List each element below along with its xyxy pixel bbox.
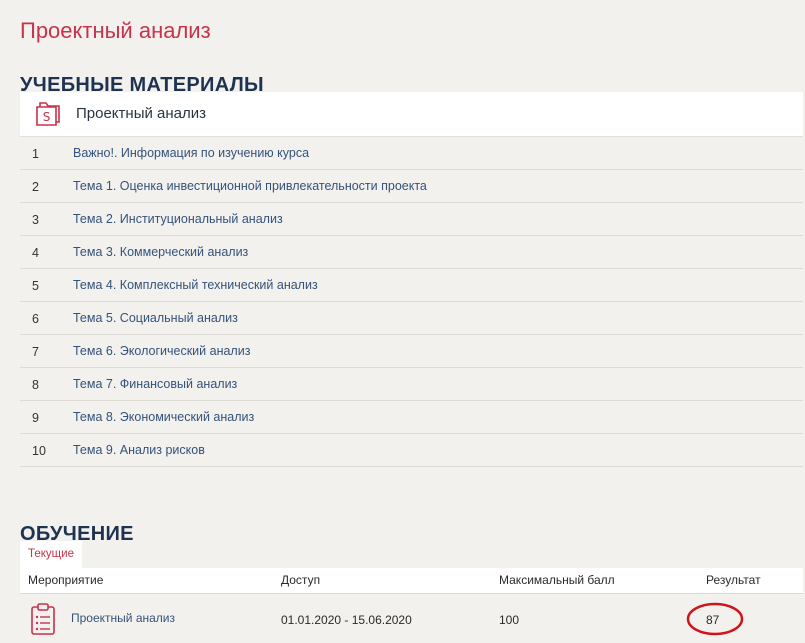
list-item: 7 Тема 6. Экологический анализ — [20, 335, 803, 368]
item-number: 10 — [32, 444, 46, 458]
page-title: Проектный анализ — [20, 17, 211, 43]
column-result: Результат — [706, 573, 761, 587]
column-max-score: Максимальный балл — [499, 573, 615, 587]
material-link[interactable]: Тема 5. Социальный анализ — [73, 311, 238, 326]
clipboard-list-icon — [31, 603, 55, 635]
list-item: 10 Тема 9. Анализ рисков — [20, 434, 803, 467]
list-item: 2 Тема 1. Оценка инвестиционной привлека… — [20, 170, 803, 203]
list-item: 6 Тема 5. Социальный анализ — [20, 302, 803, 335]
access-period: 01.01.2020 - 15.06.2020 — [281, 613, 412, 627]
item-number: 8 — [32, 378, 39, 392]
column-event: Мероприятие — [28, 573, 104, 587]
material-link[interactable]: Тема 1. Оценка инвестиционной привлекате… — [73, 179, 427, 194]
tab-current[interactable]: Текущие — [20, 541, 82, 568]
material-link[interactable]: Тема 4. Комплексный технический анализ — [73, 278, 318, 293]
item-number: 3 — [32, 213, 39, 227]
material-link[interactable]: Тема 9. Анализ рисков — [73, 443, 205, 458]
item-number: 5 — [32, 279, 39, 293]
list-item: 9 Тема 8. Экономический анализ — [20, 401, 803, 434]
course-name: Проектный анализ — [76, 105, 206, 122]
item-number: 4 — [32, 246, 39, 260]
event-link[interactable]: Проектный анализ — [71, 611, 175, 625]
item-number: 1 — [32, 147, 39, 161]
item-number: 7 — [32, 345, 39, 359]
list-item: 8 Тема 7. Финансовый анализ — [20, 368, 803, 401]
course-card: S Проектный анализ — [20, 92, 803, 137]
column-access: Доступ — [281, 573, 321, 587]
material-link[interactable]: Тема 2. Институциональный анализ — [73, 212, 283, 227]
list-item: 1 Важно!. Информация по изучению курса — [20, 137, 803, 170]
list-item: 5 Тема 4. Комплексный технический анализ — [20, 269, 803, 302]
item-number: 2 — [32, 180, 39, 194]
table-header: Мероприятие Доступ Максимальный балл Рез… — [20, 568, 803, 594]
list-item: 3 Тема 2. Институциональный анализ — [20, 203, 803, 236]
material-link[interactable]: Тема 8. Экономический анализ — [73, 410, 254, 425]
item-number: 9 — [32, 411, 39, 425]
materials-list: 1 Важно!. Информация по изучению курса 2… — [20, 137, 803, 467]
table-row: Проектный анализ 01.01.2020 - 15.06.2020… — [20, 594, 803, 643]
svg-text:S: S — [43, 110, 51, 124]
document-s-icon: S — [36, 102, 60, 126]
max-score: 100 — [499, 613, 520, 627]
list-item: 4 Тема 3. Коммерческий анализ — [20, 236, 803, 269]
item-number: 6 — [32, 312, 39, 326]
material-link[interactable]: Тема 3. Коммерческий анализ — [73, 245, 248, 260]
result-score: 87 — [706, 613, 720, 627]
material-link[interactable]: Тема 6. Экологический анализ — [73, 344, 250, 359]
material-link[interactable]: Тема 7. Финансовый анализ — [73, 377, 237, 392]
material-link[interactable]: Важно!. Информация по изучению курса — [73, 146, 309, 161]
